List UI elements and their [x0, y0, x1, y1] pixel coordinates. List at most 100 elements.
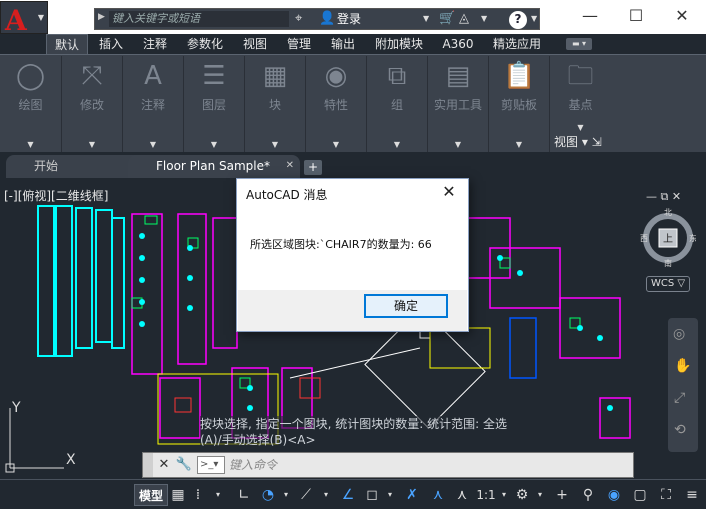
isolate-objects-icon[interactable]: ⚲ [578, 484, 598, 506]
tab-featured-apps[interactable]: 精选应用 [486, 34, 548, 54]
recent-commands-button[interactable]: >_▾ [197, 456, 225, 474]
panel-layers[interactable]: ☰ 图层 ▼ [184, 56, 245, 152]
tab-annotate[interactable]: 注释 [136, 34, 174, 54]
maximize-button[interactable]: ☐ [613, 0, 659, 32]
binoculars-icon[interactable]: ⌖ [295, 11, 302, 27]
application-menu-button[interactable]: A ▼ [0, 1, 48, 37]
annotation-scale-icon[interactable]: ⋏ [452, 484, 472, 506]
tab-a360[interactable]: A360 [436, 34, 480, 54]
panel-annotation[interactable]: A 注释 ▼ [123, 56, 184, 152]
panel-properties[interactable]: ◉ 特性 ▼ [306, 56, 367, 152]
polar-tracking-icon[interactable]: ◔ [258, 484, 278, 506]
search-input[interactable] [109, 11, 289, 27]
ok-button[interactable]: 确定 [364, 294, 448, 318]
chevron-down-icon[interactable]: ▼ [481, 11, 487, 27]
file-tab-start[interactable]: 开始 [6, 155, 144, 178]
gear-icon[interactable]: ⚙ [512, 484, 532, 506]
close-tab-icon[interactable]: ✕ [286, 155, 294, 177]
object-snap-icon[interactable]: ◻ [362, 484, 382, 506]
panel-utilities[interactable]: ▤ 实用工具 ▼ [428, 56, 489, 152]
snap-icon[interactable]: ⁞ [190, 484, 206, 506]
chevron-down-icon[interactable]: ▼ [184, 140, 244, 149]
chevron-down-icon[interactable]: ▾ [534, 484, 546, 506]
close-icon[interactable]: ✕ [155, 456, 173, 474]
chevron-down-icon[interactable]: ▼ [123, 140, 183, 149]
chevron-down-icon[interactable]: ▼ [423, 11, 429, 27]
draw-icon: ◯ [15, 61, 46, 91]
new-tab-button[interactable]: + [304, 160, 322, 175]
auto-scale-icon[interactable]: ⋏ [428, 484, 448, 506]
user-icon[interactable]: 👤 [319, 11, 335, 27]
model-space-button[interactable]: 模型 [134, 484, 169, 506]
clean-screen-icon[interactable]: ▢ [630, 484, 650, 506]
ribbon-minimize-toggle[interactable]: ▬ ▾ [566, 38, 592, 50]
panel-draw[interactable]: ◯ 绘图 ▼ [0, 56, 62, 152]
customization-menu-icon[interactable]: ≡ [682, 484, 702, 506]
hardware-acceleration-icon[interactable]: ◉ [604, 484, 624, 506]
chevron-down-icon[interactable]: ▼ [367, 140, 427, 149]
cart-icon[interactable]: 🛒 [439, 11, 455, 27]
steering-wheel-icon[interactable]: ◎ [673, 326, 685, 342]
panel-view[interactable]: 🗀 基点 ▼ 视图 ▾ ⇲ [550, 56, 611, 152]
panel-block[interactable]: ▦ 块 ▼ [245, 56, 306, 152]
chevron-down-icon[interactable]: ▼ [531, 11, 537, 27]
isodraft-icon[interactable]: ⟋ [296, 484, 316, 506]
chevron-down-icon: ▼ [37, 13, 44, 22]
fullscreen-icon[interactable]: ⛶ [656, 484, 676, 506]
chevron-down-icon[interactable]: ▾ [498, 484, 510, 506]
chevron-down-icon[interactable]: ▾ [384, 484, 396, 506]
panel-groups[interactable]: ⧉ 组 ▼ [367, 56, 428, 152]
chevron-down-icon[interactable]: ▼ [489, 140, 549, 149]
orbit-icon[interactable]: ⟲ [674, 422, 686, 438]
tab-parametric[interactable]: 参数化 [180, 34, 230, 54]
tab-addins[interactable]: 附加模块 [368, 34, 430, 54]
chevron-down-icon[interactable]: ▾ [320, 484, 332, 506]
viewport-window-controls[interactable]: — ⧉ ✕ [646, 190, 681, 204]
file-tab-floor-plan[interactable]: Floor Plan Sample* ✕ [128, 155, 300, 178]
viewcube-west[interactable]: 西 [640, 234, 648, 243]
dialog-close-button[interactable]: ✕ [438, 181, 460, 203]
exchange-icon[interactable]: ◬ [459, 11, 469, 27]
chevron-down-icon[interactable]: ▾ [208, 484, 228, 506]
tab-default[interactable]: 默认 [46, 34, 88, 54]
pan-icon[interactable]: ✋ [674, 358, 691, 374]
viewport-controls-label[interactable]: [-][俯视][二维线框] [4, 187, 108, 204]
group-icon: ⧉ [387, 61, 407, 91]
file-tab-label: Floor Plan Sample* [156, 159, 271, 173]
chevron-down-icon[interactable]: ▾ [280, 484, 292, 506]
chevron-down-icon[interactable]: ▼ [428, 140, 488, 149]
expand-search-icon[interactable]: ▶ [98, 12, 105, 22]
viewcube-top-face[interactable]: 上 [663, 233, 673, 245]
chevron-down-icon[interactable]: ▼ [62, 140, 122, 149]
panel-modify[interactable]: ⤧ 修改 ▼ [62, 56, 123, 152]
grid-icon[interactable]: ▦ [170, 484, 186, 506]
help-icon[interactable]: ? [509, 11, 527, 29]
viewcube[interactable]: 上 北 东 西 南 [640, 208, 696, 268]
command-input[interactable] [229, 456, 629, 474]
minimize-button[interactable]: — [567, 0, 613, 32]
tab-view[interactable]: 视图 [236, 34, 274, 54]
wcs-menu[interactable]: WCS ▽ [646, 276, 690, 292]
command-line-grip[interactable] [143, 453, 153, 477]
viewcube-east[interactable]: 东 [689, 233, 696, 243]
viewcube-south[interactable]: 南 [664, 258, 672, 268]
tab-manage[interactable]: 管理 [280, 34, 318, 54]
chevron-down-icon[interactable]: ▼ [550, 123, 611, 132]
chevron-down-icon[interactable]: ▼ [306, 140, 366, 149]
object-snap-tracking-icon[interactable]: ∠ [338, 484, 358, 506]
plus-icon[interactable]: + [552, 484, 572, 506]
tab-output[interactable]: 输出 [324, 34, 362, 54]
zoom-extents-icon[interactable]: ⤢ [674, 390, 685, 406]
close-button[interactable]: ✕ [659, 0, 705, 32]
viewcube-north[interactable]: 北 [664, 208, 672, 217]
login-button[interactable]: 登录 [337, 11, 361, 27]
annotation-visibility-icon[interactable]: ✗ [402, 484, 422, 506]
ortho-icon[interactable]: ∟ [234, 484, 254, 506]
wrench-icon[interactable]: 🔧 [175, 456, 193, 474]
tab-insert[interactable]: 插入 [92, 34, 130, 54]
chevron-down-icon[interactable]: ▼ [245, 140, 305, 149]
chevron-down-icon[interactable]: ▼ [0, 140, 61, 149]
annotation-scale-value[interactable]: 1:1 [474, 484, 498, 506]
panel-view-label[interactable]: 视图 ▾ ⇲ [554, 133, 602, 150]
panel-clipboard[interactable]: 📋 剪贴板 ▼ [489, 56, 550, 152]
